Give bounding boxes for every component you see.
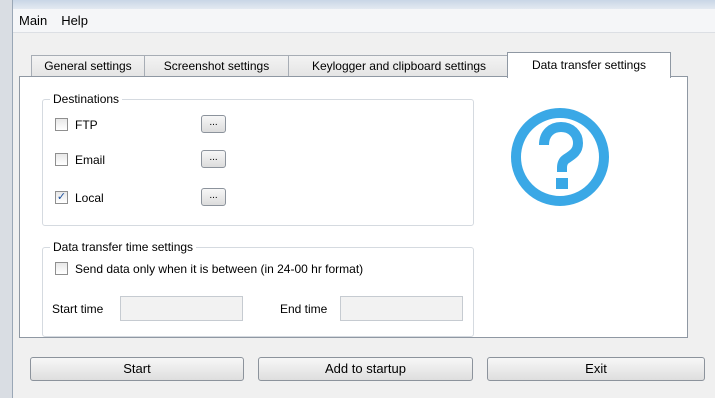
title-strip [13, 0, 715, 9]
tab-keylogger-clipboard-settings[interactable]: Keylogger and clipboard settings [288, 55, 510, 77]
end-time-field[interactable] [340, 296, 463, 321]
local-label: Local [75, 191, 104, 205]
add-to-startup-button[interactable]: Add to startup [258, 357, 473, 381]
email-label: Email [75, 153, 106, 167]
email-browse-button[interactable]: ... [201, 150, 226, 168]
tab-data-transfer-settings[interactable]: Data transfer settings [507, 52, 671, 78]
ftp-label: FTP [75, 118, 98, 132]
tab-screenshot-settings[interactable]: Screenshot settings [144, 55, 289, 77]
time-settings-group: Data transfer time settings Send data on… [42, 240, 474, 337]
send-only-between-label: Send data only when it is between (in 24… [75, 262, 364, 276]
ftp-browse-button[interactable]: ... [201, 115, 226, 133]
menu-bar: Main Help [13, 9, 715, 33]
send-only-between-checkbox[interactable] [55, 262, 68, 275]
end-time-label: End time [280, 302, 328, 316]
start-button[interactable]: Start [30, 357, 244, 381]
destinations-group: Destinations FTP ... Email ... ✓ Local .… [42, 92, 474, 226]
menu-help[interactable]: Help [54, 9, 95, 33]
question-mark-circle-icon [511, 108, 609, 206]
start-time-label: Start time [52, 302, 104, 316]
menu-main[interactable]: Main [13, 9, 54, 33]
local-browse-button[interactable]: ... [201, 188, 226, 206]
exit-button[interactable]: Exit [487, 357, 705, 381]
destinations-title: Destinations [50, 92, 123, 106]
start-time-field[interactable] [120, 296, 243, 321]
email-checkbox[interactable] [55, 153, 68, 166]
tab-general-settings[interactable]: General settings [31, 55, 145, 77]
local-checkbox[interactable]: ✓ [55, 191, 68, 204]
time-settings-title: Data transfer time settings [50, 240, 197, 254]
ftp-checkbox[interactable] [55, 118, 68, 131]
